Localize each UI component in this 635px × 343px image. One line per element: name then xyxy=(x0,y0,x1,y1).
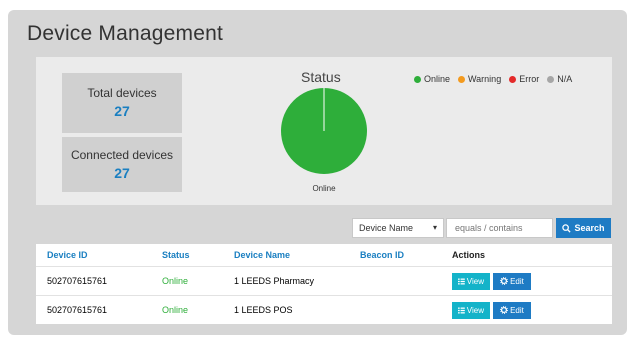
legend-dot-na xyxy=(547,75,555,83)
summary-section: Total devices 27 Connected devices 27 St… xyxy=(36,57,612,205)
header-device-id[interactable]: Device ID xyxy=(47,244,88,266)
cell-device-name: 1 LEEDS Pharmacy xyxy=(234,276,315,286)
header-actions: Actions xyxy=(452,250,486,260)
header-status[interactable]: Status xyxy=(162,244,190,266)
view-button[interactable]: View xyxy=(452,272,490,290)
legend-item-error: Error xyxy=(509,74,539,84)
status-pie-chart xyxy=(280,87,368,175)
cell-device-id: 502707615761 xyxy=(47,305,108,315)
cell-actions: View Edit xyxy=(452,267,531,295)
chevron-down-icon: ▾ xyxy=(432,223,437,232)
legend-item-warning: Warning xyxy=(458,74,501,84)
total-devices-value: 27 xyxy=(114,103,130,119)
gear-icon xyxy=(500,306,509,314)
header-beacon-id[interactable]: Beacon ID xyxy=(360,244,404,266)
legend-dot-online xyxy=(414,75,421,83)
status-chart-title: Status xyxy=(301,69,341,85)
total-devices-label: Total devices xyxy=(87,86,157,100)
devices-table: Device ID Status Device Name Beacon ID A… xyxy=(36,244,612,324)
connected-devices-label: Connected devices xyxy=(70,148,174,162)
filter-field-select[interactable]: Device Name ▾ xyxy=(352,218,444,238)
search-button[interactable]: Search xyxy=(556,218,611,238)
legend-label-warning: Warning xyxy=(468,74,502,84)
edit-button-label: Edit xyxy=(510,276,524,286)
legend-item-online: Online xyxy=(414,74,450,84)
legend-label-error: Error xyxy=(519,74,540,84)
search-input[interactable] xyxy=(446,218,553,238)
cell-device-name: 1 LEEDS POS xyxy=(234,305,293,315)
view-button-label: View xyxy=(466,305,484,315)
connected-devices-value: 27 xyxy=(114,165,130,181)
gear-icon xyxy=(500,277,509,285)
view-button-label: View xyxy=(466,276,484,286)
edit-button-label: Edit xyxy=(510,305,524,315)
status-pie-svg xyxy=(281,88,367,174)
legend-dot-warning xyxy=(458,75,466,83)
connected-devices-card: Connected devices 27 xyxy=(62,137,182,192)
view-button[interactable]: View xyxy=(452,301,490,319)
cell-status: Online xyxy=(162,276,189,286)
status-legend: Online Warning Error N/A xyxy=(414,74,572,84)
legend-label-na: N/A xyxy=(557,74,573,84)
list-icon xyxy=(458,278,465,284)
header-device-name[interactable]: Device Name xyxy=(234,244,290,266)
legend-item-na: N/A xyxy=(547,74,572,84)
edit-button[interactable]: Edit xyxy=(493,301,531,319)
filter-field-value: Device Name xyxy=(359,223,414,233)
edit-button[interactable]: Edit xyxy=(493,272,531,290)
page-title: Device Management xyxy=(27,22,223,45)
list-icon xyxy=(458,307,465,313)
search-icon xyxy=(562,223,572,233)
table-header: Device ID Status Device Name Beacon ID A… xyxy=(36,244,612,266)
search-button-label: Search xyxy=(574,223,605,233)
total-devices-card: Total devices 27 xyxy=(62,73,182,133)
cell-device-id: 502707615761 xyxy=(47,276,108,286)
pie-caption: Online xyxy=(312,184,336,193)
cell-status: Online xyxy=(162,305,189,315)
cell-actions: View Edit xyxy=(452,296,531,324)
legend-dot-error xyxy=(509,75,517,83)
table-row: 502707615761 Online 1 LEEDS POS View Edi… xyxy=(36,295,612,324)
table-row: 502707615761 Online 1 LEEDS Pharmacy Vie… xyxy=(36,266,612,295)
legend-label-online: Online xyxy=(424,74,451,84)
